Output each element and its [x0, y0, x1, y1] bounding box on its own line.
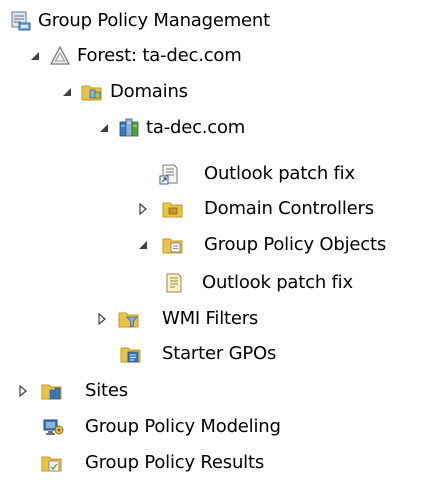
tree-node-forest[interactable]: Forest: ta-dec.com — [0, 39, 427, 73]
gpo-management-tree: Group Policy Management Forest: ta-dec.c… — [0, 0, 427, 480]
tree-node-label: Outlook patch fix — [204, 163, 355, 184]
results-folder-icon — [41, 456, 62, 472]
tree-node-label: WMI Filters — [162, 308, 259, 329]
tree-node-label: Outlook patch fix — [202, 272, 353, 293]
tree-node-label: Forest: ta-dec.com — [77, 45, 242, 66]
sites-folder-icon — [41, 384, 62, 400]
expanded-arrow-icon[interactable] — [136, 238, 150, 252]
collapsed-arrow-icon[interactable] — [95, 312, 109, 326]
gpo-folder-icon — [162, 238, 183, 254]
tree-node-wmi-filters[interactable]: WMI Filters — [0, 302, 427, 336]
tree-node-label: Domain Controllers — [204, 198, 374, 219]
tree-node-domain-controllers[interactable]: Domain Controllers — [0, 192, 427, 226]
tree-node-group-policy-objects[interactable]: Group Policy Objects — [0, 228, 427, 262]
starter-gpo-folder-icon — [120, 347, 141, 363]
ou-folder-icon — [162, 202, 183, 218]
tree-node-label: Group Policy Objects — [204, 234, 387, 255]
tree-node-starter-gpos[interactable]: Starter GPOs — [0, 337, 427, 371]
modeling-computer-icon — [43, 419, 64, 435]
collapsed-arrow-icon[interactable] — [16, 384, 30, 398]
forest-triangle-icon — [49, 45, 71, 65]
tree-node-domain-ta-dec[interactable]: ta-dec.com — [0, 111, 427, 145]
tree-node-domains[interactable]: Domains — [0, 75, 427, 109]
gpmc-console-icon — [11, 11, 31, 31]
wmi-filter-folder-icon — [118, 312, 139, 328]
tree-node-label: Domains — [110, 81, 188, 102]
tree-node-label: Starter GPOs — [162, 343, 277, 364]
tree-node-label: Group Policy Management — [38, 10, 270, 31]
expanded-arrow-icon[interactable] — [97, 121, 111, 135]
gpo-link-icon — [159, 164, 178, 185]
gpo-scroll-icon — [166, 273, 182, 293]
tree-node-sites[interactable]: Sites — [0, 374, 427, 408]
tree-node-group-policy-results[interactable]: Group Policy Results — [0, 446, 427, 480]
tree-node-group-policy-modeling[interactable]: Group Policy Modeling — [0, 410, 427, 444]
tree-node-group-policy-management[interactable]: Group Policy Management — [0, 4, 427, 38]
expanded-arrow-icon[interactable] — [60, 85, 74, 99]
collapsed-arrow-icon[interactable] — [136, 202, 150, 216]
tree-node-label: Sites — [85, 380, 128, 401]
tree-node-gpo-link-outlook-patch-fix[interactable]: Outlook patch fix — [0, 157, 427, 191]
tree-node-label: Group Policy Results — [85, 452, 265, 473]
domain-servers-icon — [119, 118, 139, 137]
tree-node-gpo-outlook-patch-fix[interactable]: Outlook patch fix — [0, 266, 427, 300]
tree-node-label: ta-dec.com — [146, 117, 246, 138]
tree-node-label: Group Policy Modeling — [85, 416, 281, 437]
expanded-arrow-icon[interactable] — [28, 49, 42, 63]
domains-folder-icon — [81, 85, 102, 101]
